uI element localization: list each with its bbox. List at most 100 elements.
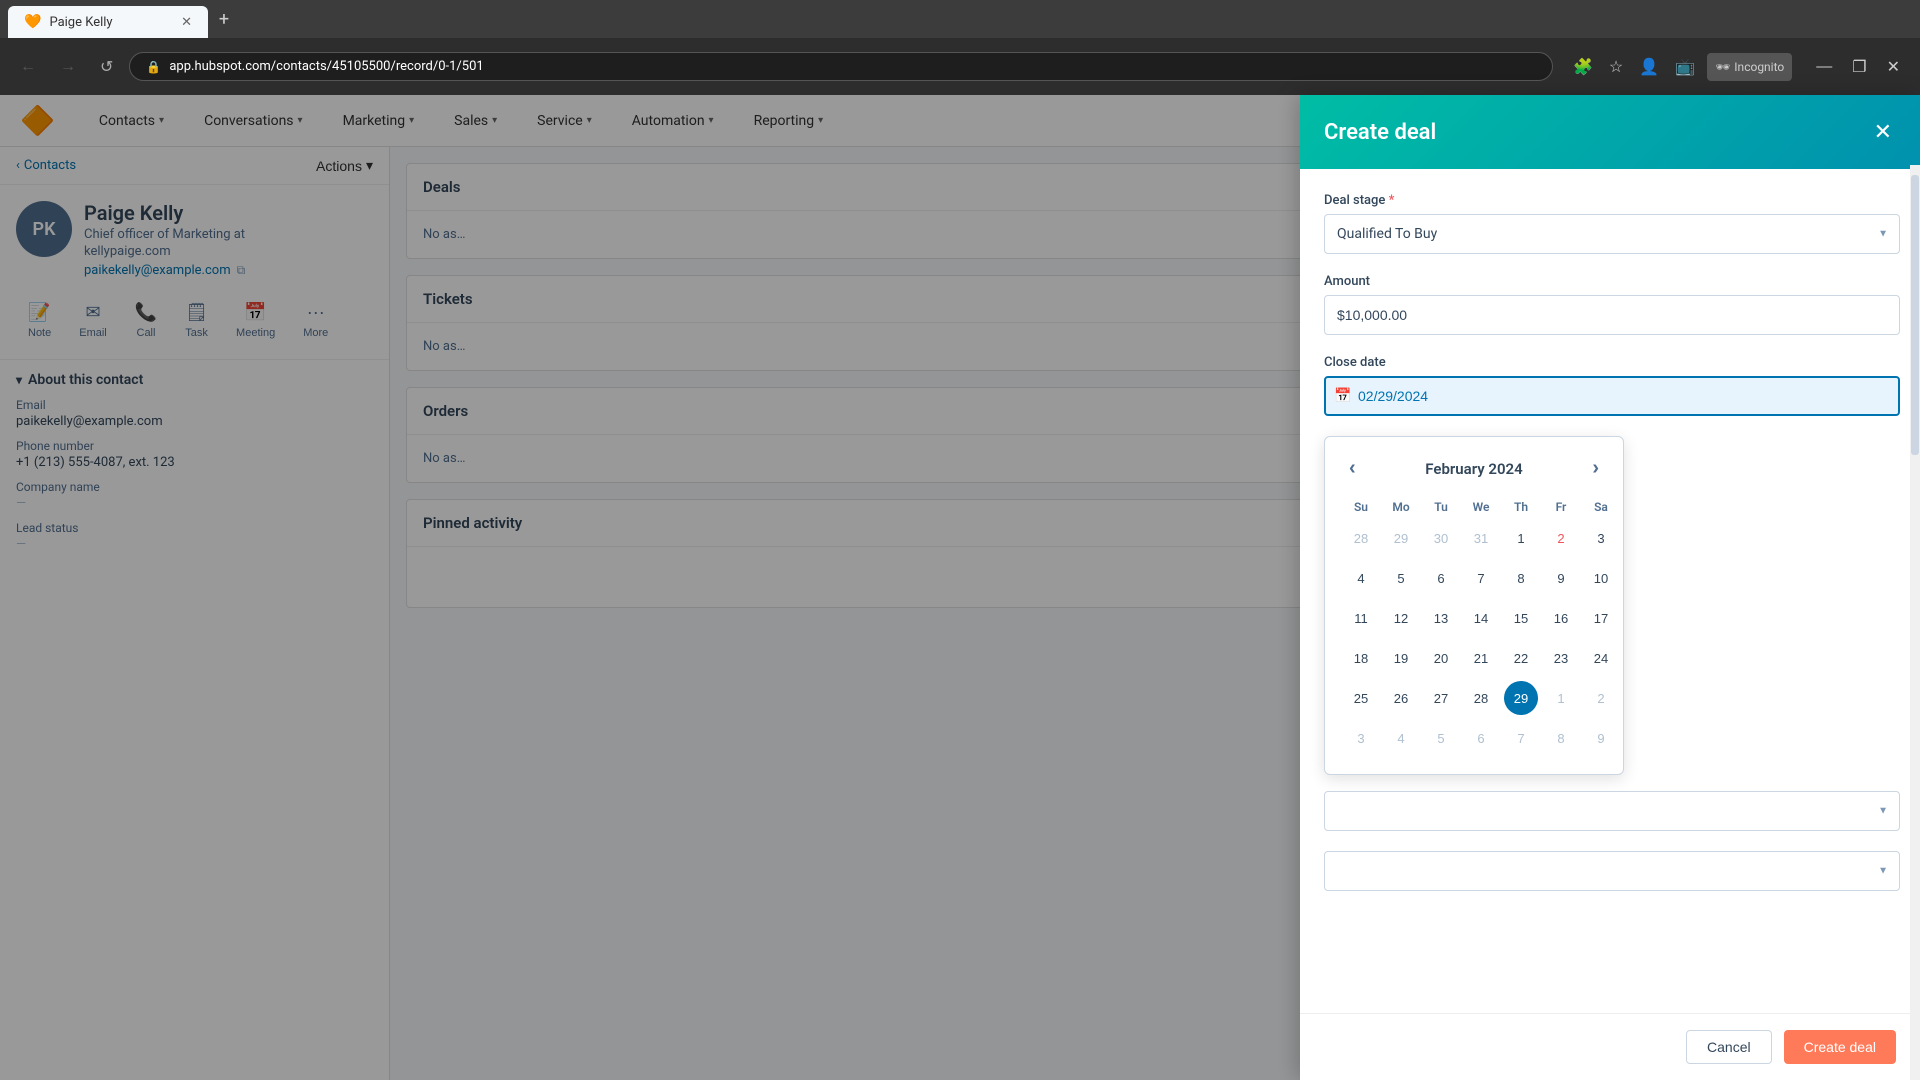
cal-day-1: 1	[1544, 681, 1578, 715]
panel-close-button[interactable]: ✕	[1870, 115, 1896, 149]
cal-day-11[interactable]: 11	[1344, 601, 1378, 635]
address-bar[interactable]: 🔒 app.hubspot.com/contacts/45105500/reco…	[129, 52, 1553, 81]
cal-next-button[interactable]: ›	[1584, 453, 1607, 484]
browser-chrome: 🧡 Paige Kelly ✕ + ← → ↺ 🔒 app.hubspot.co…	[0, 0, 1920, 95]
cal-day-9[interactable]: 9	[1544, 561, 1578, 595]
cal-cell: 23	[1541, 638, 1581, 678]
tab-favicon: 🧡	[24, 14, 41, 30]
cal-cell: 4	[1341, 558, 1381, 598]
user-button[interactable]: 👤	[1635, 53, 1663, 81]
extra-select-2-field[interactable]	[1324, 851, 1900, 891]
cal-day-16[interactable]: 16	[1544, 601, 1578, 635]
cal-cell: 10	[1581, 558, 1621, 598]
minimize-button[interactable]: —	[1808, 53, 1840, 81]
cal-cell: 29	[1501, 678, 1541, 718]
extensions-button[interactable]: 🧩	[1569, 53, 1597, 81]
cal-day-22[interactable]: 22	[1504, 641, 1538, 675]
cal-day-10[interactable]: 10	[1584, 561, 1618, 595]
cal-cell: 20	[1421, 638, 1461, 678]
cal-cell: 13	[1421, 598, 1461, 638]
scroll-thumb[interactable]	[1911, 175, 1919, 455]
cal-day-13[interactable]: 13	[1424, 601, 1458, 635]
cal-day-25[interactable]: 25	[1344, 681, 1378, 715]
cal-day-24[interactable]: 24	[1584, 641, 1618, 675]
panel-header: Create deal ✕	[1300, 95, 1920, 169]
cal-day-7[interactable]: 7	[1464, 561, 1498, 595]
browser-navigation: ← → ↺ 🔒 app.hubspot.com/contacts/4510550…	[0, 38, 1920, 95]
active-tab[interactable]: 🧡 Paige Kelly ✕	[8, 6, 208, 38]
deal-stage-label: Deal stage *	[1324, 193, 1900, 208]
cal-cell: 27	[1421, 678, 1461, 718]
cal-day-17[interactable]: 17	[1584, 601, 1618, 635]
cal-day-8[interactable]: 8	[1504, 561, 1538, 595]
cal-day-3[interactable]: 3	[1584, 521, 1618, 555]
amount-input[interactable]	[1324, 295, 1900, 335]
cancel-button[interactable]: Cancel	[1686, 1030, 1772, 1064]
cal-cell: 11	[1341, 598, 1381, 638]
cal-day-30: 30	[1424, 521, 1458, 555]
cal-cell: 17	[1581, 598, 1621, 638]
cal-week-4: 252627282912	[1341, 678, 1621, 718]
cal-day-5: 5	[1424, 721, 1458, 755]
cal-day-12[interactable]: 12	[1384, 601, 1418, 635]
browser-actions: 🧩 ☆ 👤 📺 🕶 Incognito	[1569, 53, 1792, 81]
cal-day-3: 3	[1344, 721, 1378, 755]
cal-day-15[interactable]: 15	[1504, 601, 1538, 635]
cal-cell: 28	[1461, 678, 1501, 718]
cal-day-1[interactable]: 1	[1504, 521, 1538, 555]
cal-cell: 15	[1501, 598, 1541, 638]
cal-cell: 21	[1461, 638, 1501, 678]
cal-day-26[interactable]: 26	[1384, 681, 1418, 715]
cal-day-14[interactable]: 14	[1464, 601, 1498, 635]
cal-day-23[interactable]: 23	[1544, 641, 1578, 675]
tab-close-icon[interactable]: ✕	[181, 15, 192, 30]
close-date-label: Close date	[1324, 355, 1900, 370]
bookmark-button[interactable]: ☆	[1605, 53, 1627, 81]
deal-stage-select-wrapper: Qualified To Buy	[1324, 214, 1900, 254]
extra-field-2	[1324, 851, 1900, 891]
cal-day-5[interactable]: 5	[1384, 561, 1418, 595]
cal-day-27[interactable]: 27	[1424, 681, 1458, 715]
new-tab-button[interactable]: +	[210, 5, 238, 33]
calendar-grid: Su Mo Tu We Th Fr Sa 2829303112345678910…	[1341, 496, 1621, 758]
cal-cell: 5	[1421, 718, 1461, 758]
close-window-button[interactable]: ✕	[1879, 53, 1908, 81]
extra-select-1-field[interactable]	[1324, 791, 1900, 831]
cal-cell: 26	[1381, 678, 1421, 718]
cal-cell: 8	[1541, 718, 1581, 758]
cal-cell: 3	[1581, 518, 1621, 558]
cal-day-29: 29	[1384, 521, 1418, 555]
back-button[interactable]: ←	[12, 54, 44, 80]
cal-header-mo: Mo	[1381, 496, 1421, 518]
reload-button[interactable]: ↺	[92, 53, 121, 81]
cal-header-su: Su	[1341, 496, 1381, 518]
cal-day-9: 9	[1584, 721, 1618, 755]
extra-select-2	[1324, 851, 1900, 891]
cal-day-19[interactable]: 19	[1384, 641, 1418, 675]
forward-button[interactable]: →	[52, 54, 84, 80]
cal-day-8: 8	[1544, 721, 1578, 755]
cast-button[interactable]: 📺	[1671, 53, 1699, 81]
create-deal-button[interactable]: Create deal	[1784, 1030, 1896, 1064]
cal-day-28[interactable]: 28	[1464, 681, 1498, 715]
close-date-input[interactable]	[1324, 376, 1900, 416]
cal-day-18[interactable]: 18	[1344, 641, 1378, 675]
deal-stage-value: Qualified To Buy	[1337, 226, 1437, 242]
cal-cell: 6	[1421, 558, 1461, 598]
cal-day-4: 4	[1384, 721, 1418, 755]
cal-week-5: 3456789	[1341, 718, 1621, 758]
cal-prev-button[interactable]: ‹	[1341, 453, 1364, 484]
calendar-nav: ‹ February 2024 ›	[1341, 453, 1607, 484]
cal-cell: 5	[1381, 558, 1421, 598]
cal-day-6[interactable]: 6	[1424, 561, 1458, 595]
cal-day-20[interactable]: 20	[1424, 641, 1458, 675]
panel-footer: Cancel Create deal	[1300, 1013, 1920, 1080]
deal-stage-select[interactable]: Qualified To Buy	[1324, 214, 1900, 254]
cal-day-2[interactable]: 2	[1544, 521, 1578, 555]
cal-day-4[interactable]: 4	[1344, 561, 1378, 595]
cal-day-29[interactable]: 29	[1504, 681, 1538, 715]
window-controls: — ❐ ✕	[1808, 53, 1908, 81]
cal-day-21[interactable]: 21	[1464, 641, 1498, 675]
cal-cell: 6	[1461, 718, 1501, 758]
maximize-button[interactable]: ❐	[1844, 53, 1874, 81]
